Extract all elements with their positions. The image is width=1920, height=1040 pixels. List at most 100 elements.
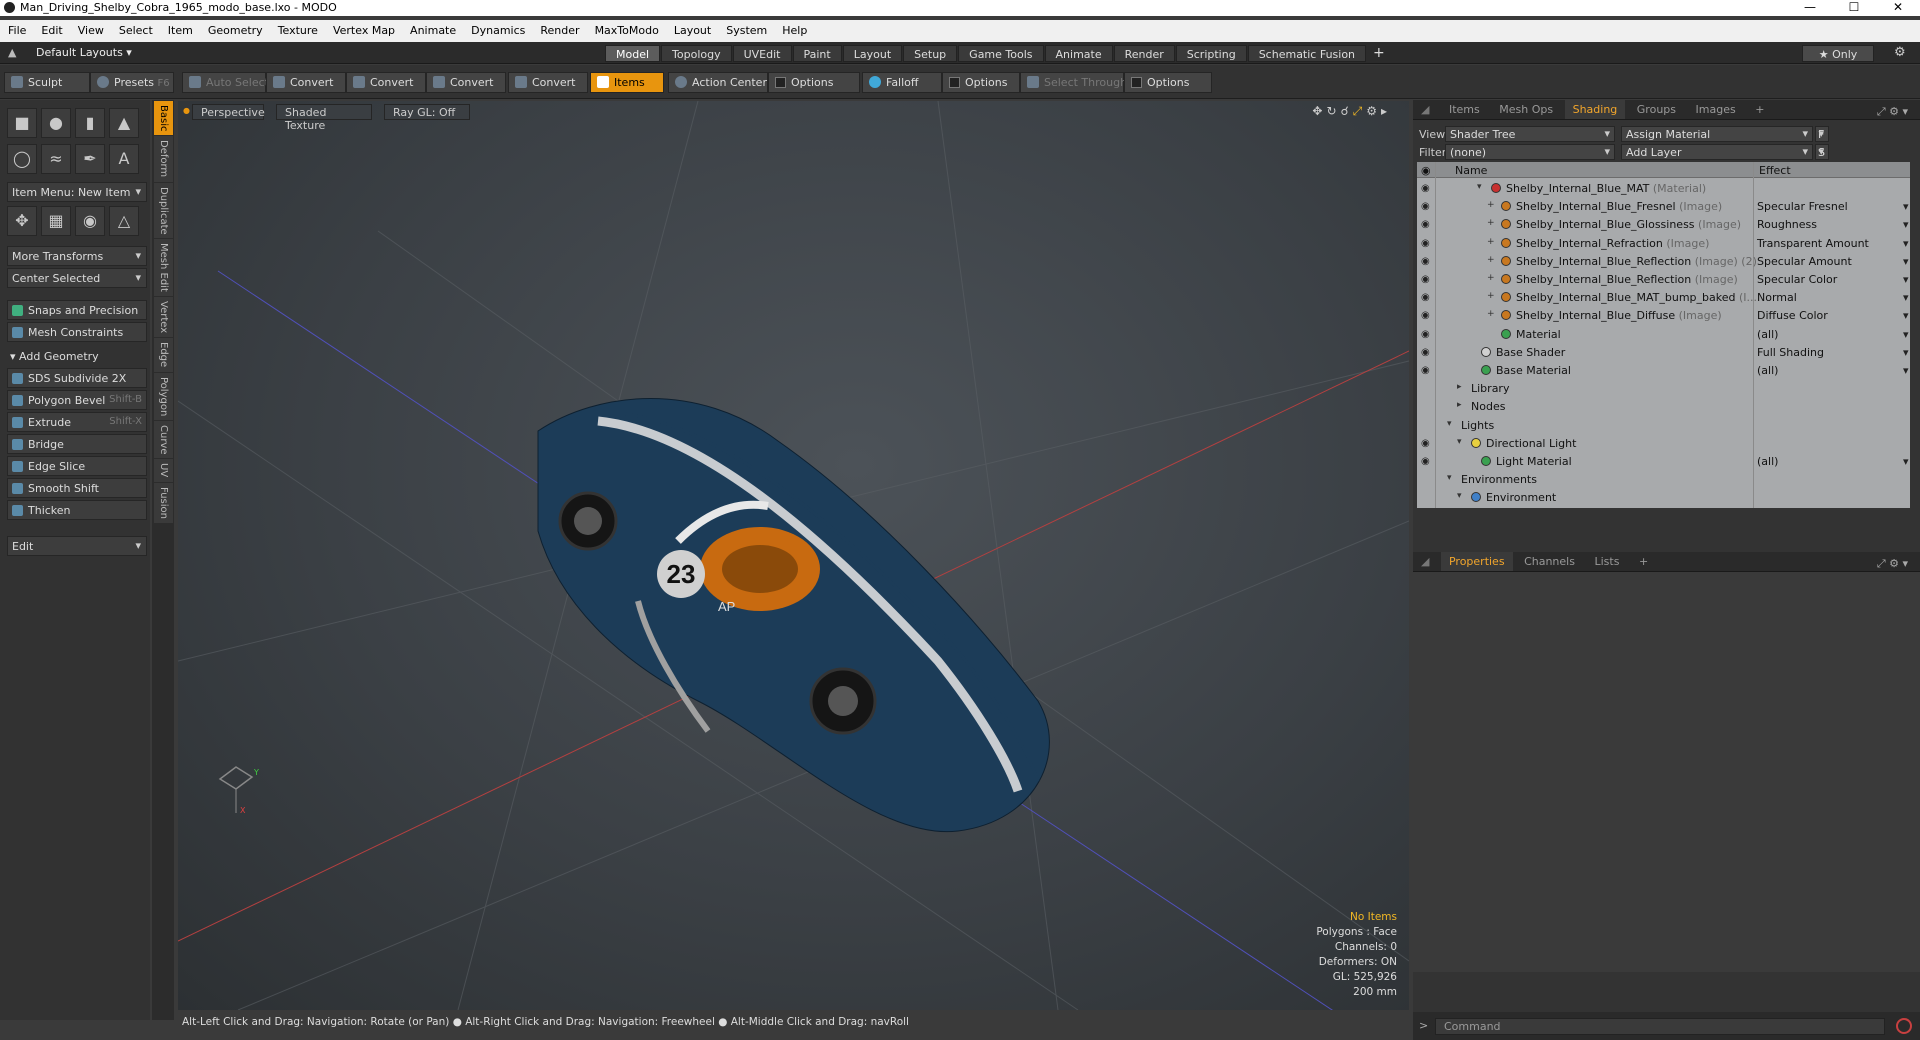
tab-setup[interactable]: Setup bbox=[903, 45, 958, 62]
sidetab-mesh-edit[interactable]: Mesh Edit bbox=[154, 239, 173, 297]
sidetab-basic[interactable]: Basic bbox=[154, 101, 173, 136]
options-button-3[interactable]: Options bbox=[1124, 72, 1212, 93]
shader-tree-row[interactable]: ◉ + Shelby_Internal_Blue_Fresnel (Image) Sp… bbox=[1417, 198, 1910, 216]
convert-button-2[interactable]: Convert bbox=[346, 72, 426, 93]
tab-topology[interactable]: Topology bbox=[661, 45, 732, 62]
add-properties-tab[interactable]: + bbox=[1631, 552, 1656, 571]
raygl-toggle[interactable]: Ray GL: Off bbox=[384, 104, 470, 120]
pen-icon[interactable]: ✒ bbox=[75, 144, 105, 174]
sidetab-edge[interactable]: Edge bbox=[154, 338, 173, 372]
layout-collapse-icon[interactable]: ▲ bbox=[8, 46, 16, 59]
effect-dropdown[interactable]: Specular Color bbox=[1757, 273, 1909, 286]
default-layouts-dropdown[interactable]: Default Layouts ▾ bbox=[36, 46, 132, 59]
visibility-eye-icon[interactable]: ◉ bbox=[1421, 292, 1431, 303]
sidetab-uv[interactable]: UV bbox=[154, 459, 173, 482]
polygon-bevel-button[interactable]: Polygon Bevel Shift-B bbox=[7, 390, 147, 410]
menu-geometry[interactable]: Geometry bbox=[200, 20, 270, 42]
auto-select-button[interactable]: Auto Select bbox=[182, 72, 269, 93]
view-dropdown[interactable]: Shader Tree bbox=[1445, 126, 1615, 142]
sidetab-duplicate[interactable]: Duplicate bbox=[154, 182, 173, 239]
expand-toggle-icon[interactable]: ▸ bbox=[1457, 400, 1462, 410]
rotate-icon[interactable]: ↻ bbox=[1326, 104, 1340, 118]
minimize-button[interactable]: — bbox=[1788, 0, 1832, 16]
shader-tree-row[interactable]: ◉ Material (all) bbox=[1417, 326, 1910, 344]
options-button-1[interactable]: Options bbox=[768, 72, 860, 93]
effect-dropdown[interactable]: Specular Amount bbox=[1757, 255, 1908, 268]
visibility-eye-icon[interactable]: ◉ bbox=[1421, 347, 1431, 358]
shader-tree-row[interactable]: ▾ Environment bbox=[1417, 489, 1910, 507]
expand-toggle-icon[interactable]: ▾ bbox=[1447, 419, 1452, 429]
panel-menu-icon[interactable]: ◢ bbox=[1413, 552, 1437, 571]
cone-icon[interactable]: ▲ bbox=[109, 108, 139, 138]
sidetab-vertex[interactable]: Vertex bbox=[154, 297, 173, 338]
tab-paint[interactable]: Paint bbox=[792, 45, 842, 62]
tab-render[interactable]: Render bbox=[1113, 45, 1175, 62]
edge-slice-button[interactable]: Edge Slice bbox=[7, 456, 147, 476]
sphere-icon[interactable]: ● bbox=[41, 108, 71, 138]
effect-dropdown[interactable]: Normal bbox=[1757, 291, 1908, 304]
expand-toggle-icon[interactable]: + bbox=[1487, 218, 1495, 228]
center-selected-dropdown[interactable]: Center Selected bbox=[7, 268, 147, 288]
shader-tree-row[interactable]: ◉ ▾ Shelby_Internal_Blue_MAT (Material) bbox=[1417, 180, 1910, 198]
shader-tree-row[interactable]: ▾ Environments bbox=[1417, 471, 1910, 489]
visibility-eye-icon[interactable]: ◉ bbox=[1421, 310, 1431, 321]
effect-dropdown[interactable]: (all) bbox=[1757, 328, 1910, 341]
only-button[interactable]: ★ Only bbox=[1802, 45, 1874, 62]
shader-tree-row[interactable]: ◉ Light Material (all) bbox=[1417, 453, 1910, 471]
effect-column-header[interactable]: Effect bbox=[1759, 164, 1791, 177]
tab-properties[interactable]: Properties bbox=[1440, 552, 1513, 571]
visibility-eye-icon[interactable]: ◉ bbox=[1421, 329, 1431, 340]
expand-toggle-icon[interactable]: ▾ bbox=[1447, 473, 1452, 483]
tab-groups[interactable]: Groups bbox=[1629, 100, 1684, 119]
options-button-2[interactable]: Options bbox=[942, 72, 1020, 93]
expand-toggle-icon[interactable]: + bbox=[1487, 237, 1495, 247]
shader-tree-row[interactable]: ◉ Base Material (all) bbox=[1417, 362, 1910, 380]
items-mode-button[interactable]: Items bbox=[590, 72, 664, 93]
assign-material-dropdown[interactable]: Assign Material bbox=[1621, 126, 1813, 142]
visibility-eye-icon[interactable]: ◉ bbox=[1421, 456, 1431, 467]
viewport-menu-icon[interactable]: ● bbox=[183, 106, 190, 115]
visibility-eye-icon[interactable]: ◉ bbox=[1421, 219, 1431, 230]
menu-select[interactable]: Select bbox=[111, 20, 160, 42]
transform-icon[interactable]: ✥ bbox=[7, 206, 37, 236]
visibility-eye-icon[interactable]: ◉ bbox=[1421, 238, 1431, 249]
mesh-constraints-button[interactable]: Mesh Constraints bbox=[7, 322, 147, 342]
tab-layout[interactable]: Layout bbox=[842, 45, 903, 62]
zoom-icon[interactable]: ☌ bbox=[1341, 104, 1353, 118]
menu-help[interactable]: Help bbox=[774, 20, 814, 42]
shader-tree-row[interactable]: ◉ + Shelby_Internal_Blue_Reflection (Image… bbox=[1417, 271, 1910, 289]
sidetab-fusion[interactable]: Fusion bbox=[154, 482, 173, 523]
expand-icon[interactable]: ▸ bbox=[1381, 104, 1391, 118]
command-input[interactable]: Command bbox=[1435, 1018, 1885, 1035]
expand-toggle-icon[interactable]: + bbox=[1487, 200, 1495, 210]
capsule-icon[interactable]: ≈ bbox=[41, 144, 71, 174]
select-through-button[interactable]: Select Through bbox=[1020, 72, 1127, 93]
effect-dropdown[interactable]: (all) bbox=[1757, 455, 1910, 468]
menu-vertex-map[interactable]: Vertex Map bbox=[325, 20, 402, 42]
tab-scripting[interactable]: Scripting bbox=[1175, 45, 1247, 62]
assign-material-key[interactable]: F bbox=[1815, 126, 1829, 142]
tab-shading[interactable]: Shading bbox=[1564, 100, 1626, 119]
menu-animate[interactable]: Animate bbox=[402, 20, 463, 42]
record-icon[interactable] bbox=[1896, 1018, 1912, 1034]
torus-icon[interactable]: ◯ bbox=[7, 144, 37, 174]
panel-options-icon[interactable]: ⤢ ⚙ ▾ bbox=[1869, 102, 1916, 122]
expand-toggle-icon[interactable]: ▸ bbox=[1457, 382, 1462, 392]
effect-dropdown[interactable]: Transparent Amount bbox=[1757, 237, 1908, 250]
sidetab-curve[interactable]: Curve bbox=[154, 420, 173, 459]
convert-button-4[interactable]: Convert bbox=[508, 72, 588, 93]
shading-mode-dropdown[interactable]: Shaded Texture bbox=[276, 104, 372, 132]
add-layer-dropdown[interactable]: Add Layer bbox=[1621, 144, 1813, 160]
shader-tree-row[interactable]: ◉ + Shelby_Internal_Blue_Reflection (Image… bbox=[1417, 253, 1910, 271]
expand-toggle-icon[interactable]: + bbox=[1487, 255, 1495, 265]
action-center-button[interactable]: Action Center bbox=[668, 72, 768, 93]
shader-tree-row[interactable]: ▸ Library bbox=[1417, 380, 1910, 398]
add-tab-button[interactable]: + bbox=[1367, 45, 1391, 62]
tab-game-tools[interactable]: Game Tools bbox=[958, 45, 1044, 62]
close-button[interactable]: ✕ bbox=[1876, 0, 1920, 16]
more-transforms-dropdown[interactable]: More Transforms bbox=[7, 246, 147, 266]
filter-dropdown[interactable]: (none) bbox=[1445, 144, 1615, 160]
effect-dropdown[interactable]: Diffuse Color bbox=[1757, 309, 1908, 322]
shader-tree-row[interactable]: ▸ Nodes bbox=[1417, 398, 1910, 416]
grid-icon[interactable]: ▦ bbox=[41, 206, 71, 236]
